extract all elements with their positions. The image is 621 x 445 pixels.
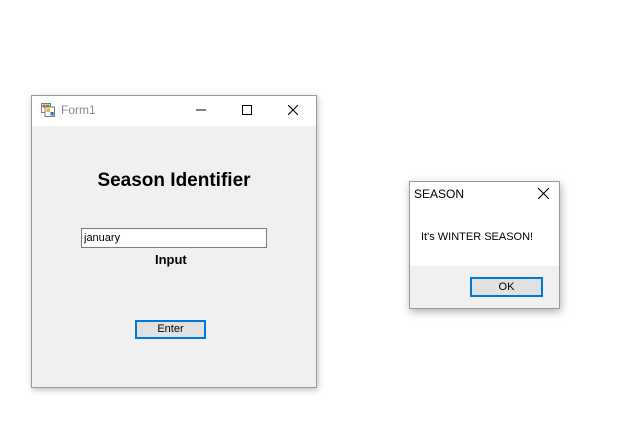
message-box-text: It's WINTER SEASON! <box>421 231 534 243</box>
message-box-title: SEASON <box>414 187 465 201</box>
input-label: Input <box>155 252 187 267</box>
enter-button[interactable]: Enter <box>135 320 206 339</box>
season-identifier-heading: Season Identifier <box>97 170 251 191</box>
form1-window: Form1 Season Identifier Input Enter <box>31 95 317 388</box>
season-input-field[interactable] <box>81 228 267 248</box>
close-icon <box>287 102 299 120</box>
maximize-button[interactable] <box>224 96 270 126</box>
form1-titlebar[interactable]: Form1 <box>32 96 316 126</box>
close-button[interactable] <box>270 96 316 126</box>
minimize-button[interactable] <box>178 96 224 126</box>
message-box-footer: OK <box>410 266 559 308</box>
form-app-icon <box>41 103 55 117</box>
minimize-icon <box>196 102 206 120</box>
message-box-close-button[interactable] <box>528 182 558 208</box>
close-icon <box>537 186 549 204</box>
maximize-icon <box>242 102 252 120</box>
ok-button[interactable]: OK <box>470 277 543 297</box>
form-title: Form1 <box>61 103 96 117</box>
season-message-box: SEASON It's WINTER SEASON! OK <box>409 181 560 309</box>
